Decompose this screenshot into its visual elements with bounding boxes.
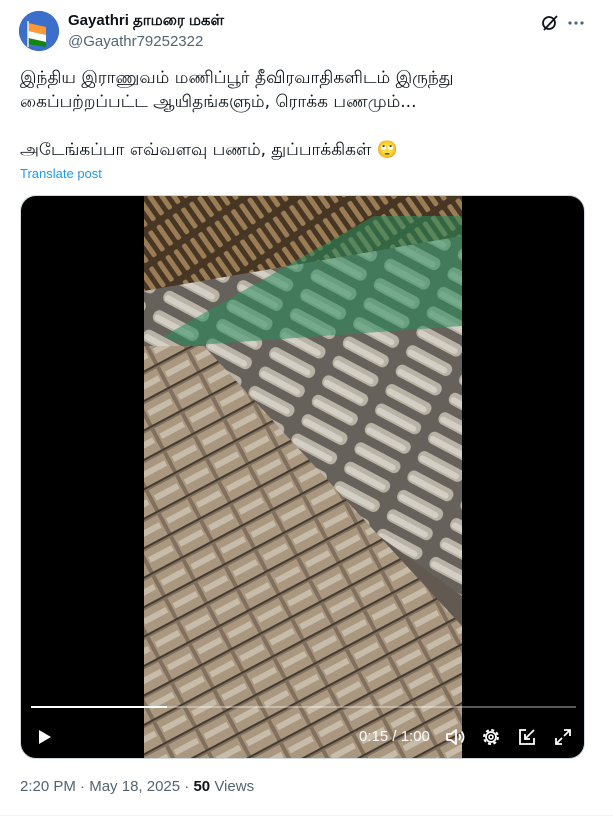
- more-icon[interactable]: [566, 13, 586, 33]
- meta-separator: ·: [184, 778, 190, 795]
- video-player[interactable]: 0:15 / 1:00: [20, 195, 585, 759]
- volume-icon[interactable]: [443, 724, 467, 750]
- play-icon[interactable]: [31, 724, 57, 750]
- post-text: இந்திய இராணுவம் மணிப்பூர் தீவிரவாதிகளிடம…: [20, 68, 454, 160]
- gear-icon[interactable]: [479, 724, 503, 750]
- author-handle[interactable]: @Gayathr79252322: [68, 32, 224, 52]
- video-frame[interactable]: [144, 196, 462, 758]
- author-display-name[interactable]: Gayathri தாமரை மகள்: [68, 12, 224, 30]
- translate-post-link[interactable]: Translate post: [20, 166, 102, 181]
- video-progress-fill: [31, 706, 168, 708]
- video-time: 0:15 / 1:00: [359, 728, 430, 745]
- meta-separator: ·: [80, 778, 86, 795]
- video-progress-bar[interactable]: [31, 706, 576, 708]
- post-time[interactable]: 2:20 PM: [20, 778, 76, 795]
- divider: [0, 815, 613, 816]
- fullscreen-icon[interactable]: [551, 724, 575, 750]
- views-count: 50: [193, 778, 211, 795]
- avatar-image: [19, 11, 59, 51]
- grok-icon[interactable]: [540, 13, 560, 33]
- post-meta: 2:20 PM · May 18, 2025 · 50 Views: [20, 778, 254, 795]
- picture-in-picture-icon[interactable]: [515, 724, 539, 750]
- views-label: Views: [214, 778, 255, 795]
- avatar[interactable]: [19, 11, 59, 51]
- author-block[interactable]: Gayathri தாமரை மகள் @Gayathr79252322: [68, 12, 224, 52]
- post-date[interactable]: May 18, 2025: [89, 778, 180, 795]
- post-card: Gayathri தாமரை மகள் @Gayathr79252322 இந்…: [0, 0, 613, 827]
